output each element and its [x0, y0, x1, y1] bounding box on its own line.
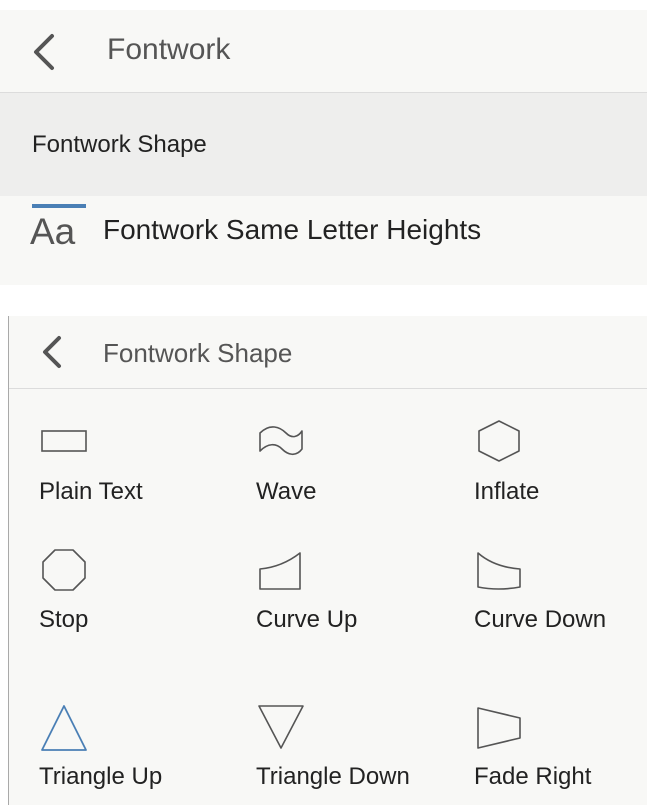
- chevron-left-icon[interactable]: [39, 334, 67, 370]
- shape-wave[interactable]: Wave: [256, 419, 466, 544]
- shape-label: Curve Down: [474, 606, 607, 633]
- shape-curve-up[interactable]: Curve Up: [256, 547, 466, 672]
- shape-label: Triangle Up: [39, 763, 163, 790]
- page-title: Fontwork: [107, 33, 231, 66]
- fade-right-icon: [477, 707, 521, 749]
- same-letter-heights-item[interactable]: Aa Fontwork Same Letter Heights: [0, 196, 647, 276]
- triangle-up-icon: [41, 705, 87, 751]
- fontwork-shape-label: Fontwork Shape: [32, 131, 207, 158]
- shape-stop[interactable]: Stop: [39, 547, 249, 672]
- shape-triangle-down[interactable]: Triangle Down: [256, 704, 466, 805]
- overline-bar: [32, 204, 86, 208]
- shape-label: Triangle Down: [256, 763, 410, 790]
- shape-label: Inflate: [474, 478, 540, 505]
- stop-icon: [42, 549, 86, 591]
- inflate-icon: [478, 420, 520, 462]
- curve-down-icon: [477, 552, 521, 590]
- shape-label: Fade Right: [474, 763, 592, 790]
- same-letter-heights-icon: Aa: [30, 204, 90, 254]
- fontwork-header: Fontwork: [0, 10, 647, 93]
- shape-fade-right[interactable]: Fade Right: [474, 704, 647, 805]
- same-letter-heights-label: Fontwork Same Letter Heights: [103, 214, 482, 245]
- shape-label: Plain Text: [39, 478, 143, 505]
- shape-label: Wave: [256, 478, 317, 505]
- fontwork-shape-item[interactable]: Fontwork Shape: [0, 93, 647, 196]
- wave-icon: [259, 426, 303, 456]
- triangle-down-icon: [258, 705, 304, 749]
- shape-curve-down[interactable]: Curve Down: [474, 547, 647, 672]
- fontwork-shape-header: Fontwork Shape: [9, 316, 647, 389]
- fontwork-shape-panel: Fontwork Shape Plain Text Wave Inflate S…: [8, 316, 647, 805]
- shape-label: Curve Up: [256, 606, 358, 633]
- shape-grid: Plain Text Wave Inflate Stop Curve Up Cu…: [9, 389, 647, 805]
- aa-glyph: Aa: [30, 211, 76, 252]
- chevron-left-icon[interactable]: [28, 32, 62, 72]
- curve-up-icon: [259, 552, 301, 590]
- shape-triangle-up[interactable]: Triangle Up: [39, 704, 249, 805]
- plain-text-icon: [41, 430, 87, 452]
- panel-title: Fontwork Shape: [103, 338, 293, 368]
- page: Fontwork Fontwork Shape Aa Fontwork Same…: [0, 0, 647, 805]
- shape-label: Stop: [39, 606, 89, 633]
- shape-plain-text[interactable]: Plain Text: [39, 419, 249, 544]
- shape-inflate[interactable]: Inflate: [474, 419, 647, 544]
- fontwork-panel: Fontwork Fontwork Shape Aa Fontwork Same…: [0, 10, 647, 285]
